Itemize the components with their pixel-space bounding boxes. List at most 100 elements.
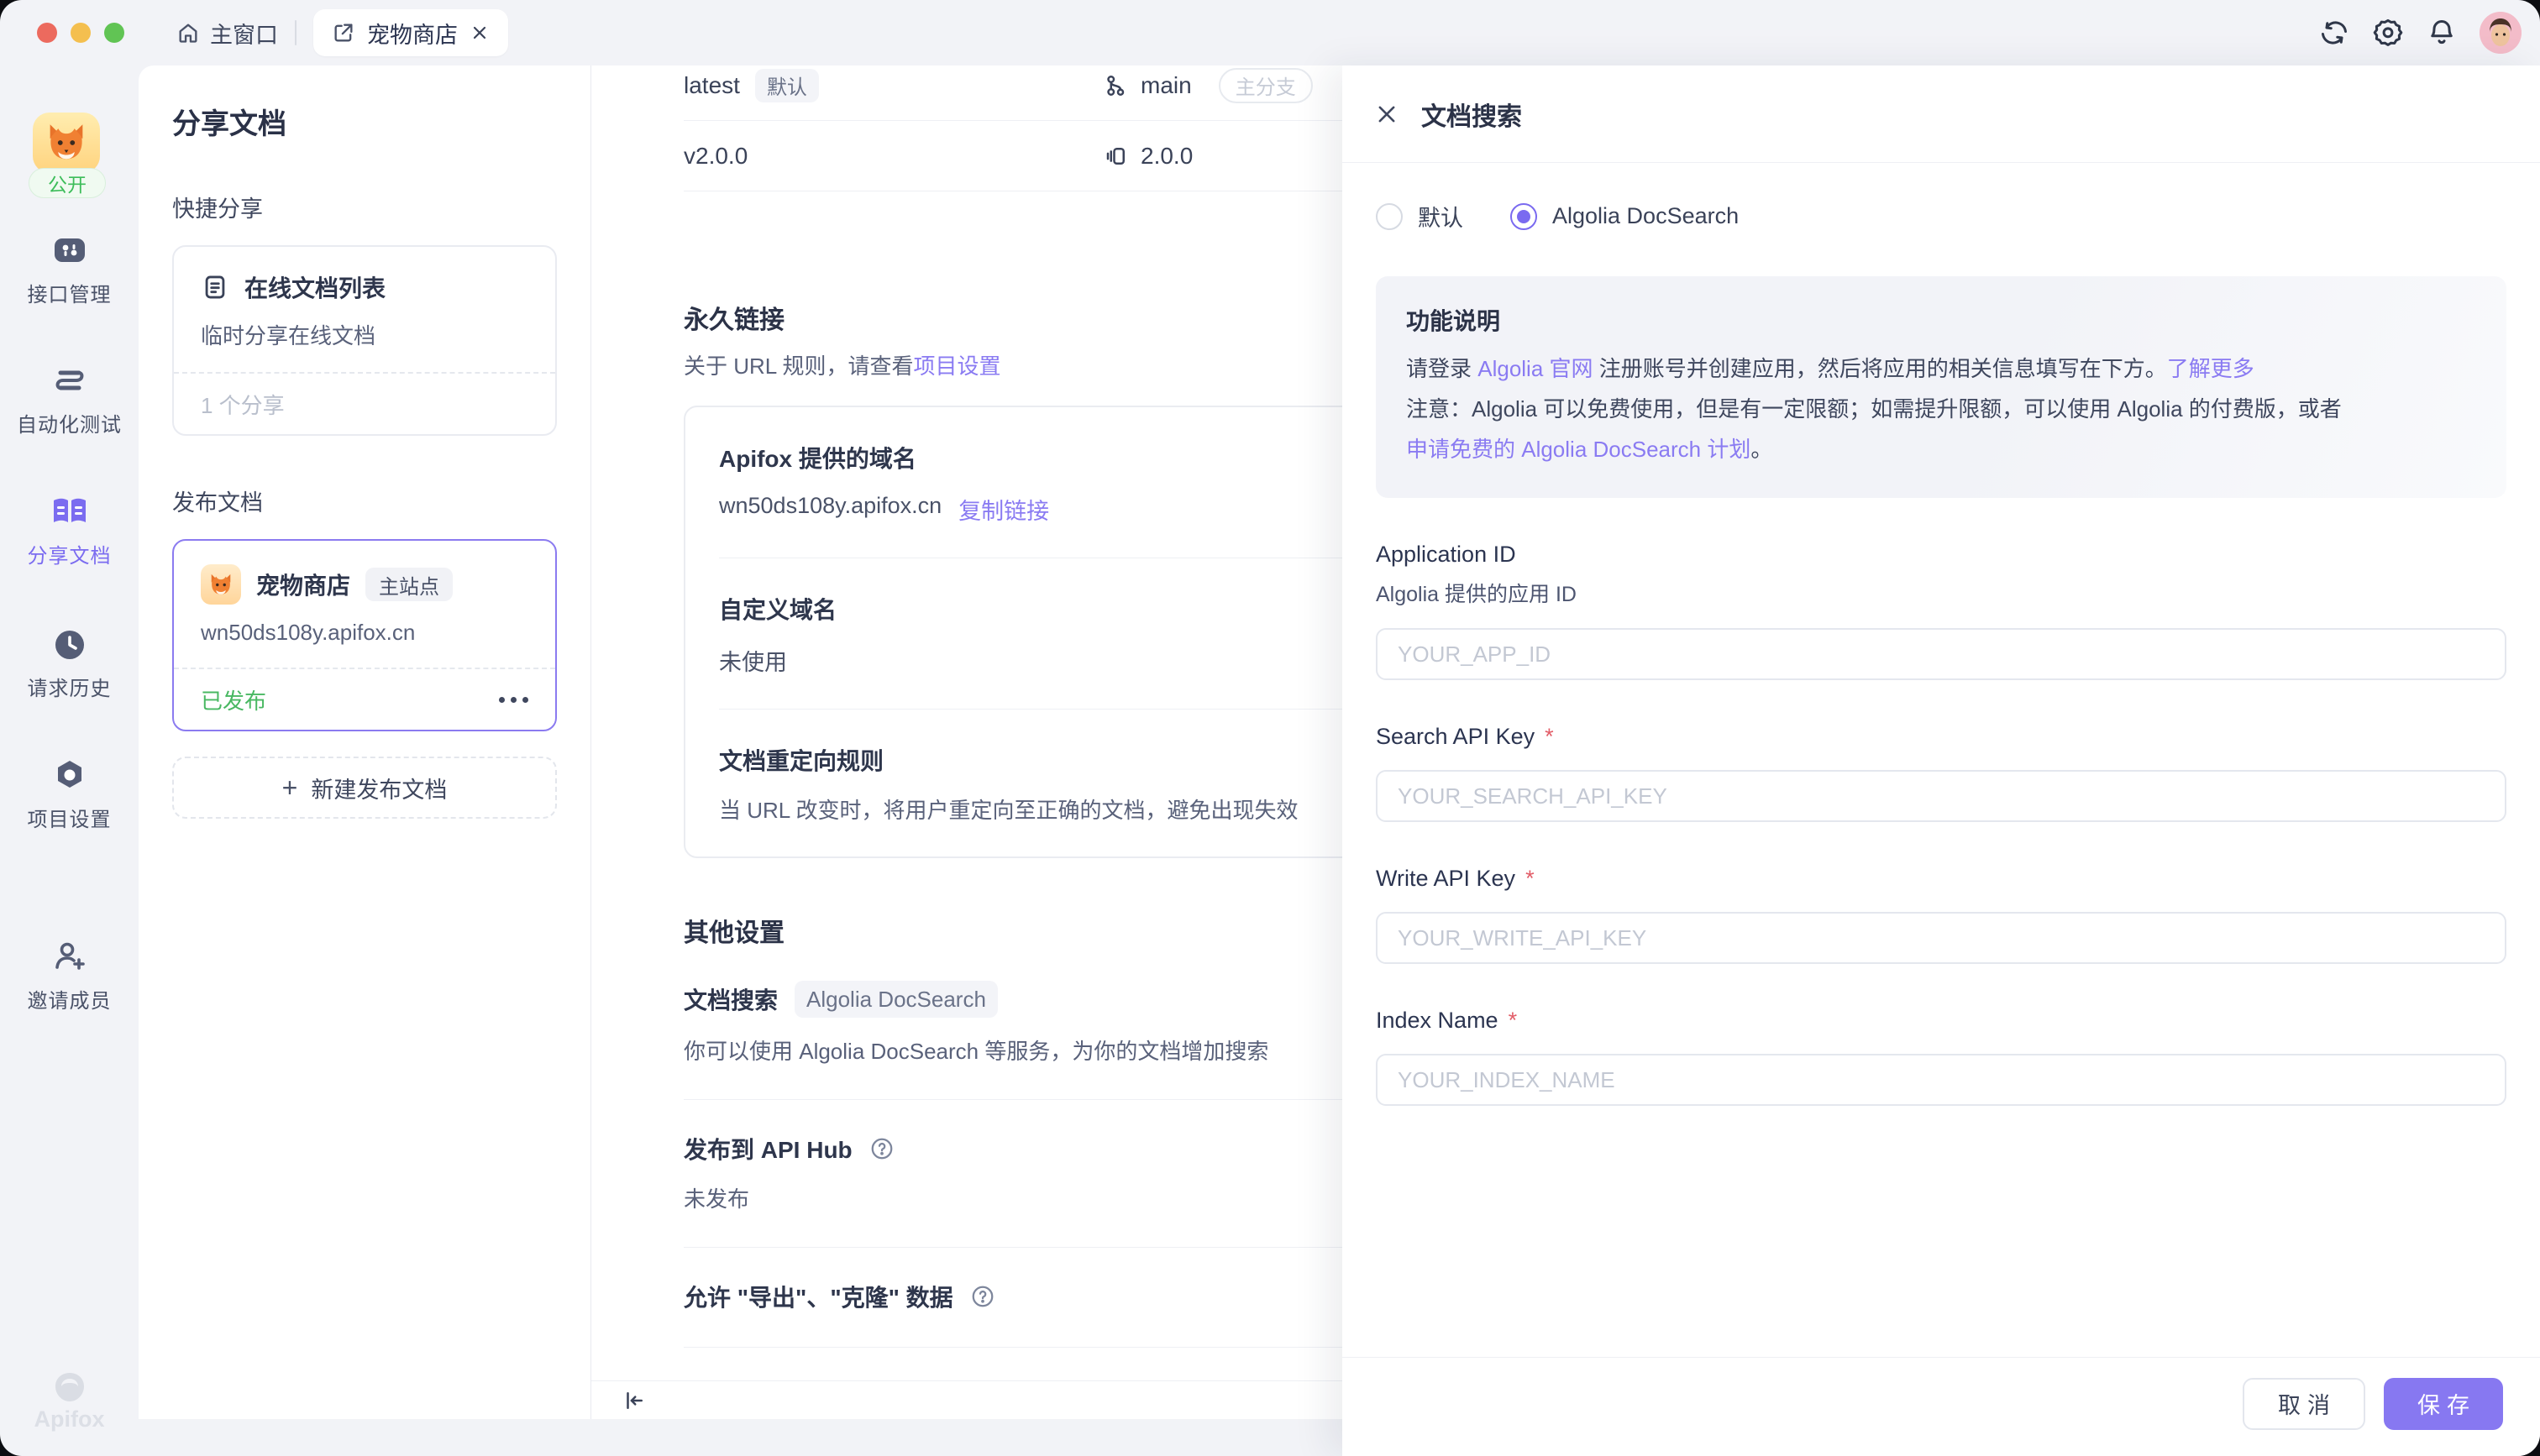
- site-url: wn50ds108y.apifox.cn: [201, 620, 528, 646]
- sidebar-item-request-history[interactable]: 请求历史: [0, 626, 139, 701]
- index-name-input[interactable]: [1376, 1054, 2506, 1106]
- required-asterisk: *: [1509, 1008, 1518, 1034]
- document-icon: [201, 273, 229, 301]
- inline-link[interactable]: 申请免费的 Algolia DocSearch 计划: [1406, 437, 1750, 462]
- tab-pet-store-label: 宠物商店: [367, 17, 458, 50]
- window-controls: [37, 23, 124, 43]
- sidebar-item-label: 自动化测试: [17, 408, 122, 437]
- tab-pet-store[interactable]: 宠物商店: [313, 9, 508, 56]
- search-provider-radio-group: 默认 Algolia DocSearch: [1376, 200, 2506, 233]
- inline-link[interactable]: 了解更多: [2167, 356, 2254, 381]
- radio-circle-icon: [1376, 203, 1403, 230]
- more-actions-icon[interactable]: [499, 697, 528, 703]
- drawer-footer: 取消 保存: [1342, 1357, 2540, 1456]
- radio-selected-icon: [1510, 203, 1537, 230]
- site-name: 宠物商店: [256, 568, 350, 601]
- write-api-key-label: Write API Key: [1376, 866, 1515, 892]
- permalink-subtitle: 关于 URL 规则，请查看: [684, 354, 914, 379]
- info-line-3: 申请免费的 Algolia DocSearch 计划。: [1406, 431, 2476, 468]
- project-avatar[interactable]: [33, 113, 100, 173]
- user-avatar[interactable]: [2480, 12, 2522, 54]
- notifications-bell-icon[interactable]: [2426, 17, 2458, 49]
- copy-link-button[interactable]: 复制链接: [958, 493, 1049, 526]
- sidebar-item-label: 请求历史: [28, 672, 112, 701]
- application-id-sublabel: Algolia 提供的应用 ID: [1376, 578, 2506, 608]
- help-question-icon: [869, 1136, 895, 1161]
- plus-icon: +: [282, 773, 298, 804]
- write-api-key-input[interactable]: [1376, 912, 2506, 964]
- search-api-key-input[interactable]: [1376, 770, 2506, 822]
- apifox-domain-value: wn50ds108y.apifox.cn: [719, 493, 942, 526]
- invite-members-icon: [50, 937, 89, 976]
- primary-sidebar: 公开 接口管理 自动化测试 分享文档 请求历史: [0, 65, 139, 1456]
- doc-search-label: 文档搜索: [684, 982, 778, 1016]
- info-box-title: 功能说明: [1406, 303, 2476, 337]
- version-name: v2.0.0: [684, 143, 748, 170]
- apifox-wordmark: Apifox: [34, 1406, 105, 1432]
- cancel-button[interactable]: 取消: [2243, 1378, 2365, 1430]
- sync-icon[interactable]: [2318, 17, 2350, 49]
- online-doc-list-card[interactable]: 在线文档列表 临时分享在线文档 1 个分享: [172, 245, 557, 436]
- sidebar-item-api-management[interactable]: 接口管理: [0, 231, 139, 307]
- quick-share-section-label: 快捷分享: [172, 191, 557, 223]
- feature-info-box: 功能说明 请登录 Algolia 官网 注册账号并创建应用，然后将应用的相关信息…: [1376, 276, 2506, 498]
- online-doc-list-desc: 临时分享在线文档: [201, 319, 528, 350]
- apifox-logo-icon: [50, 1371, 89, 1405]
- required-asterisk: *: [1525, 866, 1535, 892]
- new-published-doc-label: 新建发布文档: [311, 772, 447, 804]
- app-window: 主窗口 宠物商店: [0, 0, 2540, 1456]
- allow-export-clone-label: 允许 "导出"、"克隆" 数据: [684, 1280, 953, 1313]
- tab-divider: [295, 20, 297, 45]
- sidebar-item-project-settings[interactable]: 项目设置: [0, 756, 139, 832]
- save-button[interactable]: 保存: [2384, 1378, 2503, 1430]
- doc-search-drawer: 文档搜索 默认 Algolia DocSearch 功能说明 请登录 Algol…: [1342, 65, 2540, 1456]
- main-branch-badge: 主分支: [1219, 68, 1313, 103]
- api-management-icon: [50, 231, 89, 270]
- info-line-2: 注意：Algolia 可以免费使用，但是有一定限额；如需提升限额，可以使用 Al…: [1406, 390, 2476, 427]
- title-bar: 主窗口 宠物商店: [0, 0, 2540, 65]
- minimize-window-button[interactable]: [71, 23, 91, 43]
- sidebar-item-share-docs[interactable]: 分享文档: [0, 494, 139, 568]
- required-asterisk: *: [1545, 724, 1554, 750]
- sidebar-item-automated-testing[interactable]: 自动化测试: [0, 361, 139, 437]
- drawer-close-icon[interactable]: [1374, 102, 1399, 127]
- default-badge: 默认: [755, 69, 819, 102]
- close-window-button[interactable]: [37, 23, 57, 43]
- project-settings-nut-icon: [50, 756, 89, 794]
- tab-home[interactable]: 主窗口: [176, 17, 278, 50]
- published-site-card[interactable]: 宠物商店 主站点 wn50ds108y.apifox.cn 已发布: [172, 539, 557, 731]
- project-settings-link[interactable]: 项目设置: [914, 354, 1001, 379]
- main-site-badge: 主站点: [365, 568, 453, 601]
- version-name: latest: [684, 72, 740, 99]
- collapse-sidebar-icon[interactable]: [622, 1388, 647, 1413]
- maximize-window-button[interactable]: [104, 23, 124, 43]
- radio-algolia-label: Algolia DocSearch: [1552, 203, 1739, 229]
- inline-link[interactable]: Algolia 官网: [1477, 356, 1593, 381]
- api-hub-label: 发布到 API Hub: [684, 1132, 853, 1165]
- tab-close-icon[interactable]: [470, 23, 490, 43]
- sidebar-item-label: 邀请成员: [28, 984, 112, 1013]
- version-number: 2.0.0: [1141, 143, 1193, 170]
- drawer-title: 文档搜索: [1421, 96, 1522, 133]
- search-api-key-label: Search API Key: [1376, 724, 1535, 750]
- field-write-api-key: Write API Key *: [1376, 866, 2506, 964]
- sidebar-item-invite-members[interactable]: 邀请成员: [0, 937, 139, 1013]
- share-docs-panel: 分享文档 快捷分享 在线文档列表 临时分享在线文档 1 个分享 发布文档: [139, 65, 590, 1419]
- new-published-doc-button[interactable]: + 新建发布文档: [172, 757, 557, 819]
- radio-algolia-docsearch[interactable]: Algolia DocSearch: [1510, 203, 1739, 230]
- site-fox-avatar: [201, 564, 241, 605]
- published-status: 已发布: [201, 684, 266, 715]
- field-application-id: Application ID Algolia 提供的应用 ID: [1376, 542, 2506, 680]
- sidebar-item-label: 项目设置: [28, 803, 112, 832]
- visibility-badge: 公开: [29, 168, 106, 198]
- field-search-api-key: Search API Key *: [1376, 724, 2506, 822]
- request-history-clock-icon: [51, 626, 88, 663]
- field-index-name: Index Name *: [1376, 1008, 2506, 1106]
- application-id-input[interactable]: [1376, 628, 2506, 680]
- settings-gear-icon[interactable]: [2372, 17, 2404, 49]
- radio-default[interactable]: 默认: [1376, 200, 1463, 233]
- share-count: 1 个分享: [201, 389, 285, 420]
- sidebar-item-label: 接口管理: [28, 278, 112, 307]
- publish-docs-section-label: 发布文档: [172, 484, 557, 517]
- index-name-label: Index Name: [1376, 1008, 1498, 1034]
